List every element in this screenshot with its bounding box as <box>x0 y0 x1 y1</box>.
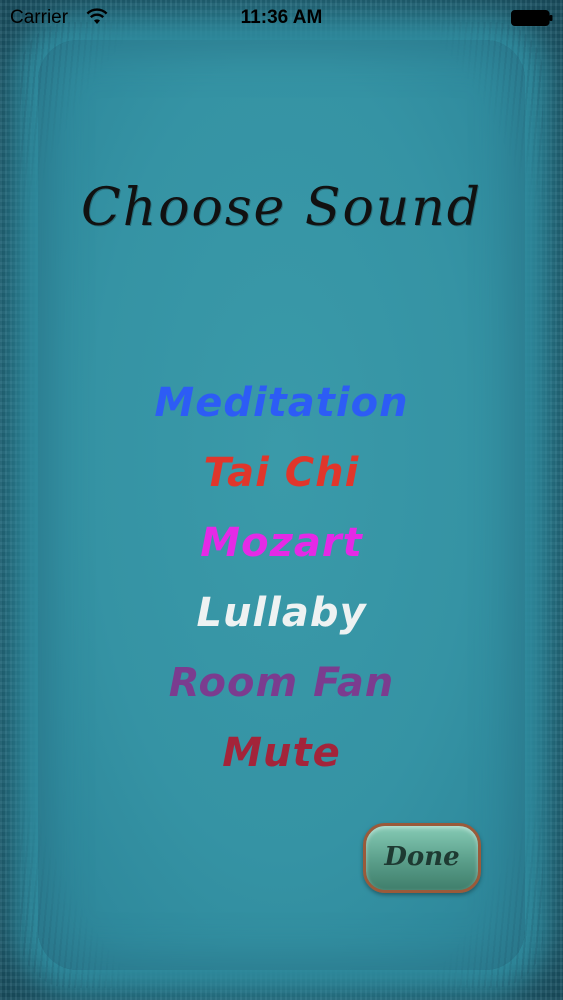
sound-option-lullaby[interactable]: Lullaby <box>0 582 563 652</box>
status-bar: Carrier 11:36 AM <box>0 0 563 36</box>
done-button[interactable]: Done <box>363 823 481 893</box>
sound-option-tai-chi[interactable]: Tai Chi <box>0 442 563 512</box>
screen: Carrier 11:36 AM Choose Sound Meditation… <box>0 0 563 1000</box>
page-title: Choose Sound <box>80 178 483 238</box>
sound-option-room-fan[interactable]: Room Fan <box>0 652 563 722</box>
battery-icon <box>511 10 553 26</box>
sound-option-mute[interactable]: Mute <box>0 722 563 792</box>
clock: 11:36 AM <box>240 7 323 28</box>
sound-option-mozart[interactable]: Mozart <box>0 512 563 582</box>
sound-list: Meditation Tai Chi Mozart Lullaby Room F… <box>0 372 563 792</box>
sound-option-meditation[interactable]: Meditation <box>0 372 563 442</box>
